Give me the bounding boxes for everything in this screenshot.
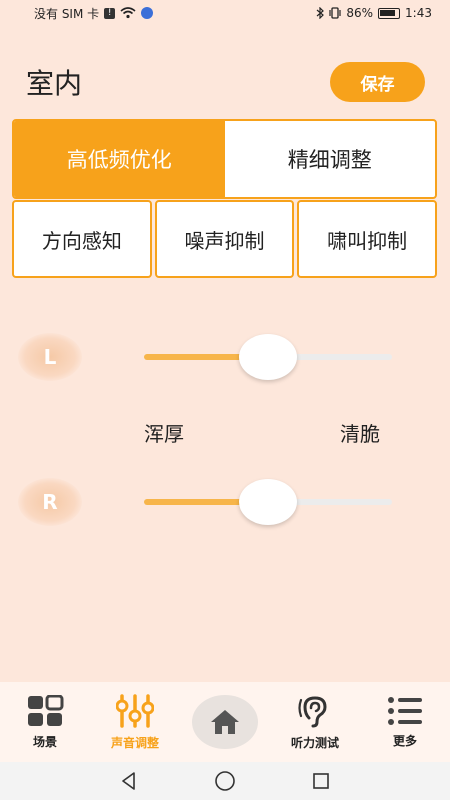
status-bar: 没有 SIM 卡 ! 86% 1:43 xyxy=(0,0,450,26)
mode-tabs-primary: 高低频优化 精细调整 xyxy=(12,119,437,199)
wifi-icon xyxy=(120,7,136,19)
nav-item-sound-adjust[interactable]: 声音调整 xyxy=(90,682,180,762)
page-title: 室内 xyxy=(26,67,83,100)
shield-icon xyxy=(141,7,154,19)
home-circle-icon[interactable] xyxy=(214,770,236,792)
tab-fine-tune[interactable]: 精细调整 xyxy=(225,121,436,197)
recents-icon[interactable] xyxy=(311,771,331,791)
tab-frequency-optimize[interactable]: 高低频优化 xyxy=(14,121,225,197)
back-icon[interactable] xyxy=(119,771,139,791)
left-channel-badge: L xyxy=(18,333,82,381)
bottom-nav: 场景 声音调整 听力测试 更多 xyxy=(0,682,450,762)
system-nav-bar xyxy=(0,762,450,800)
left-channel-slider[interactable] xyxy=(144,334,392,380)
save-button[interactable]: 保存 xyxy=(330,62,425,102)
nav-label-more: 更多 xyxy=(392,733,417,748)
right-channel-badge: R xyxy=(18,478,82,526)
nav-item-more[interactable]: 更多 xyxy=(360,682,450,762)
clock: 1:43 xyxy=(405,6,432,20)
grid-icon xyxy=(28,694,64,726)
ear-icon xyxy=(298,695,327,727)
battery-percent: 86% xyxy=(346,6,374,20)
nav-item-scene[interactable]: 场景 xyxy=(0,682,90,762)
nav-label-sound-adjust: 声音调整 xyxy=(110,735,159,750)
left-slider-thumb[interactable] xyxy=(239,334,297,380)
slider-max-label: 清脆 xyxy=(340,422,380,446)
home-button[interactable] xyxy=(192,695,258,749)
sim-alert-icon: ! xyxy=(104,7,116,19)
list-icon xyxy=(388,696,422,725)
tab-noise-suppression[interactable]: 噪声抑制 xyxy=(154,200,295,278)
tab-howl-suppression[interactable]: 啸叫抑制 xyxy=(297,200,438,278)
bluetooth-icon xyxy=(316,7,325,19)
nav-label-hearing-test: 听力测试 xyxy=(290,735,339,750)
right-slider-thumb[interactable] xyxy=(239,479,297,525)
battery-icon xyxy=(378,7,401,19)
equalizer-icon xyxy=(116,693,154,728)
right-channel-slider[interactable] xyxy=(144,479,392,525)
slider-min-label: 浑厚 xyxy=(144,422,184,446)
nav-item-home[interactable] xyxy=(180,682,270,762)
vibrate-icon xyxy=(329,7,341,19)
carrier-text: 没有 SIM 卡 xyxy=(34,6,100,21)
mode-tabs-secondary: 方向感知 噪声抑制 啸叫抑制 xyxy=(12,200,438,278)
tab-direction-sense[interactable]: 方向感知 xyxy=(12,200,152,278)
nav-item-hearing-test[interactable]: 听力测试 xyxy=(270,682,360,762)
nav-label-scene: 场景 xyxy=(32,734,57,749)
home-icon xyxy=(211,710,239,734)
